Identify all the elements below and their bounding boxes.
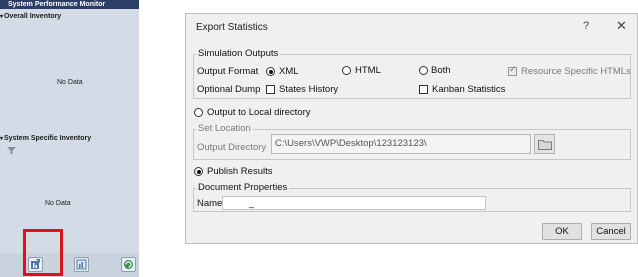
resource-specific-htmls-label: Resource Specific HTMLs (521, 66, 631, 77)
refresh-icon (124, 260, 133, 269)
name-label: Name (197, 198, 223, 209)
chart-report-button[interactable] (74, 257, 89, 272)
chart-report-icon (76, 259, 87, 270)
format-xml-label: XML (279, 66, 299, 77)
kanban-statistics-checkbox[interactable] (419, 85, 428, 94)
optional-dump-label: Optional Dump (197, 84, 261, 95)
format-html-radio[interactable] (342, 66, 351, 75)
document-properties-label: Document Properties (196, 182, 290, 193)
format-xml-radio[interactable] (266, 67, 275, 76)
help-button[interactable]: ? (583, 20, 589, 32)
refresh-button[interactable] (121, 257, 136, 272)
output-directory-field[interactable]: C:\Users\VWP\Desktop\123123123\ (271, 134, 531, 154)
panel-title: System Performance Monitor (0, 0, 139, 9)
monitor-toolbar (0, 253, 139, 277)
output-format-label: Output Format (197, 66, 259, 77)
output-local-directory-radio[interactable] (194, 108, 203, 117)
folder-icon (537, 139, 552, 150)
cancel-button[interactable]: Cancel (591, 223, 631, 240)
overall-inventory-label: Overall Inventory (4, 13, 62, 20)
name-input[interactable]: _ (222, 196, 486, 210)
export-statistics-dialog: Export Statistics ? ✕ Simulation Outputs… (185, 13, 638, 244)
states-history-label: States History (279, 84, 339, 95)
ok-button[interactable]: OK (542, 223, 582, 240)
format-both-radio[interactable] (419, 66, 428, 75)
resource-specific-htmls-checkbox[interactable] (508, 65, 517, 76)
publish-results-label: Publish Results (207, 166, 273, 177)
collapse-arrow-icon: ▾ (0, 14, 4, 20)
filter-icon[interactable] (7, 147, 16, 154)
browse-folder-button[interactable] (534, 134, 555, 154)
kanban-statistics-label: Kanban Statistics (432, 84, 506, 95)
system-specific-inventory-header[interactable]: ▾System Specific Inventory (0, 135, 91, 142)
overall-inventory-header[interactable]: ▾Overall Inventory (0, 13, 61, 20)
output-local-directory-label: Output to Local directory (207, 107, 311, 118)
system-specific-inventory-label: System Specific Inventory (4, 135, 92, 142)
states-history-checkbox[interactable] (266, 85, 275, 94)
simulation-outputs-label: Simulation Outputs (196, 48, 281, 59)
overall-inventory-status: No Data (57, 79, 83, 86)
publish-results-radio[interactable] (194, 167, 203, 176)
close-button[interactable]: ✕ (616, 18, 627, 34)
set-location-label: Set Location (196, 123, 253, 134)
output-directory-label: Output Directory (197, 142, 267, 153)
collapse-arrow-icon: ▾ (0, 136, 4, 142)
system-specific-inventory-status: No Data (45, 200, 71, 207)
system-performance-monitor-panel: System Performance Monitor ▾Overall Inve… (0, 0, 139, 277)
dialog-title: Export Statistics (196, 22, 268, 33)
highlight-box (23, 229, 63, 276)
format-html-label: HTML (355, 65, 381, 76)
format-both-label: Both (431, 65, 451, 76)
